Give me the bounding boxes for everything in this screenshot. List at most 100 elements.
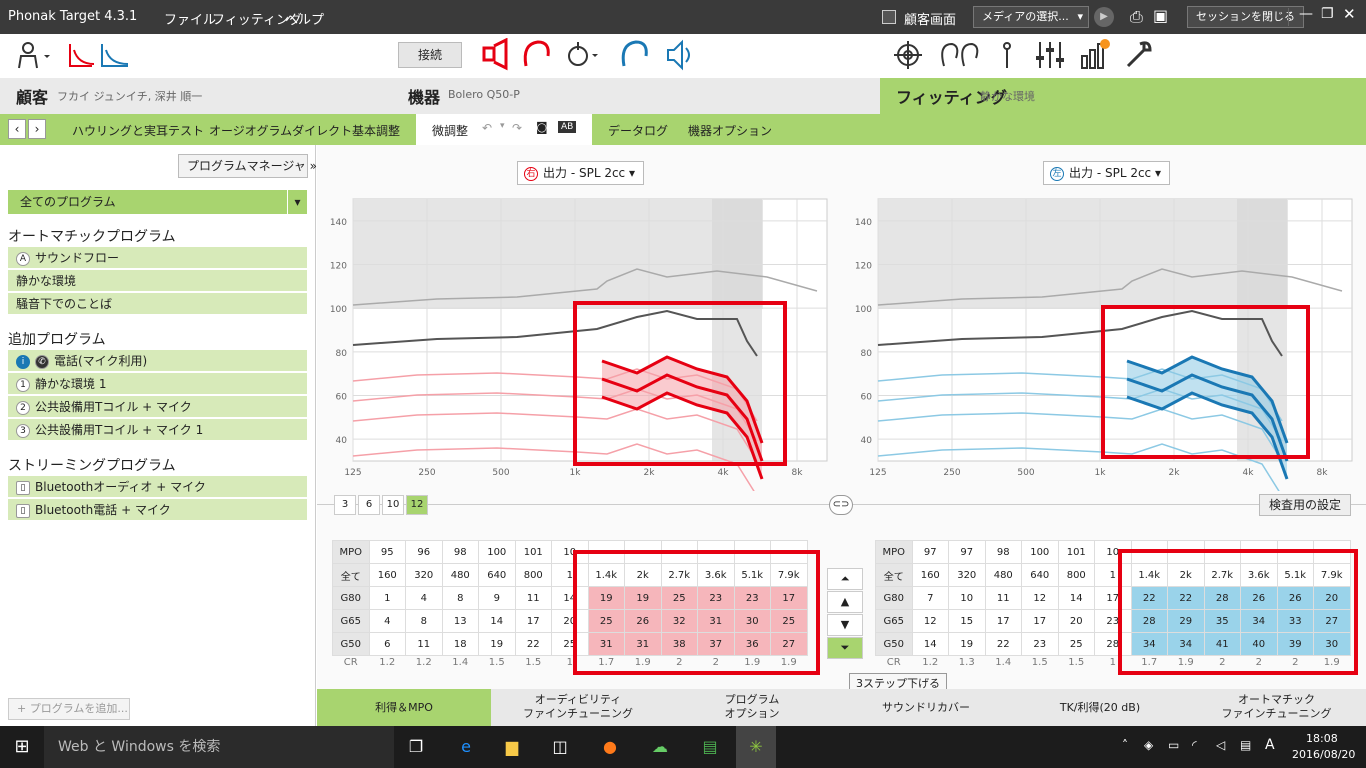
- program-quiet-1[interactable]: 1 静かな環境 1: [8, 373, 307, 395]
- tab-device-options[interactable]: 機器オプション: [688, 122, 772, 139]
- tab-soundrecover[interactable]: サウンドリカバー: [839, 689, 1013, 726]
- add-program-button[interactable]: + プログラムを追加...: [8, 698, 130, 720]
- cell-g50[interactable]: 23: [1021, 632, 1059, 656]
- cell-mpo[interactable]: 97: [948, 540, 986, 564]
- channel-12-button[interactable]: 12: [406, 495, 428, 515]
- cell-g65[interactable]: 17: [1021, 609, 1059, 633]
- tab-gain-mpo[interactable]: 利得＆MPO: [317, 689, 491, 726]
- cell-g65[interactable]: 17: [984, 609, 1022, 633]
- cell-g80[interactable]: 14: [1057, 586, 1095, 610]
- tab-fine-tuning[interactable]: 微調整: [432, 122, 468, 139]
- restore-icon[interactable]: ❐: [1321, 6, 1334, 22]
- cell-g80[interactable]: 10: [948, 586, 986, 610]
- step-down-3-button[interactable]: ⏷: [827, 637, 863, 659]
- cell-freq[interactable]: 320: [405, 563, 443, 587]
- row-header-g50[interactable]: G50: [332, 632, 370, 656]
- step-up-3-button[interactable]: ⏶: [827, 568, 863, 590]
- camera-icon[interactable]: ◙: [536, 120, 548, 134]
- all-programs-dropdown[interactable]: 全てのプログラム ▾: [8, 190, 307, 214]
- tray-ime[interactable]: A: [1265, 737, 1275, 753]
- program-manager-button[interactable]: プログラムマネージャ »: [178, 154, 317, 178]
- tab-audiogram-direct[interactable]: オージオグラムダイレクト: [209, 122, 352, 139]
- redo-icon[interactable]: ↷: [512, 121, 522, 135]
- close-icon[interactable]: ✕: [1343, 5, 1356, 23]
- tray-time[interactable]: 18:08: [1306, 732, 1338, 745]
- step-down-button[interactable]: ▼: [827, 614, 863, 636]
- cell-g50[interactable]: 18: [441, 632, 479, 656]
- file-explorer-icon[interactable]: ▆: [492, 732, 532, 762]
- row-header-g80[interactable]: G80: [332, 586, 370, 610]
- phonak-target-icon[interactable]: ✳: [736, 726, 776, 768]
- connect-button[interactable]: 接続: [398, 42, 462, 68]
- tray-security-icon[interactable]: ◈: [1144, 738, 1153, 752]
- cell-g50[interactable]: 22: [514, 632, 552, 656]
- print-icon[interactable]: ⎙: [1130, 7, 1143, 27]
- row-header-g50[interactable]: G50: [875, 632, 913, 656]
- cell-freq[interactable]: 160: [911, 563, 949, 587]
- remote-icon[interactable]: [568, 42, 598, 66]
- cell-g65[interactable]: 12: [911, 609, 949, 633]
- cell-g80[interactable]: 7: [911, 586, 949, 610]
- cell-mpo[interactable]: 98: [441, 540, 479, 564]
- cell-g80[interactable]: 11: [984, 586, 1022, 610]
- client-screen-checkbox[interactable]: [882, 10, 896, 24]
- cell-g80[interactable]: 4: [405, 586, 443, 610]
- cell-g50[interactable]: 19: [948, 632, 986, 656]
- cell-mpo[interactable]: 101: [1057, 540, 1095, 564]
- tray-battery-icon[interactable]: ▭: [1168, 738, 1179, 752]
- speaker-blue-icon[interactable]: [667, 39, 690, 71]
- taskbar-search[interactable]: Web と Windows を検索: [44, 726, 394, 768]
- cell-g65[interactable]: 4: [368, 609, 406, 633]
- store-icon[interactable]: ◫: [540, 732, 580, 762]
- cell-g80[interactable]: 8: [441, 586, 479, 610]
- cell-g80[interactable]: 1: [368, 586, 406, 610]
- menu-file[interactable]: ファイル: [164, 9, 216, 28]
- audiogram-icon[interactable]: [69, 44, 129, 67]
- program-tcoil-mic[interactable]: 2 公共設備用Tコイル + マイク: [8, 396, 307, 418]
- cell-g50[interactable]: 6: [368, 632, 406, 656]
- cell-g50[interactable]: 22: [984, 632, 1022, 656]
- media-select-dropdown[interactable]: メディアの選択... ▾: [973, 6, 1089, 28]
- row-header-g65[interactable]: G65: [332, 609, 370, 633]
- close-session-button[interactable]: セッションを閉じる: [1187, 6, 1304, 28]
- client-icon[interactable]: [18, 42, 50, 69]
- row-header-freq[interactable]: 全て: [332, 563, 370, 587]
- tray-wifi-icon[interactable]: ◜: [1192, 738, 1197, 752]
- cell-g65[interactable]: 20: [1057, 609, 1095, 633]
- channel-6-button[interactable]: 6: [358, 495, 380, 515]
- back-icon[interactable]: ‹: [8, 119, 26, 139]
- tab-program-options[interactable]: プログラム オプション: [665, 689, 839, 726]
- cell-g50[interactable]: 14: [911, 632, 949, 656]
- tab-audibility[interactable]: オーディビリティ ファインチューニング: [491, 689, 665, 726]
- cell-freq[interactable]: 160: [368, 563, 406, 587]
- cell-mpo[interactable]: 101: [514, 540, 552, 564]
- tab-auto-finetuning[interactable]: オートマチック ファインチューニング: [1187, 689, 1366, 726]
- test-settings-button[interactable]: 検査用の設定: [1259, 494, 1351, 516]
- tray-date[interactable]: 2016/08/20: [1292, 748, 1355, 761]
- cell-freq[interactable]: 800: [514, 563, 552, 587]
- cell-g80[interactable]: 12: [1021, 586, 1059, 610]
- tray-notifications-icon[interactable]: ▤: [1240, 738, 1251, 752]
- chevron-down-icon[interactable]: ▾: [500, 121, 505, 131]
- cell-mpo[interactable]: 98: [984, 540, 1022, 564]
- tab-basic-tuning[interactable]: 基本調整: [352, 122, 400, 139]
- cell-freq[interactable]: 320: [948, 563, 986, 587]
- forward-icon[interactable]: ›: [28, 119, 46, 139]
- step-up-button[interactable]: ▲: [827, 591, 863, 613]
- program-quiet[interactable]: 静かな環境: [8, 270, 307, 292]
- cell-mpo[interactable]: 97: [911, 540, 949, 564]
- cell-g65[interactable]: 17: [514, 609, 552, 633]
- cell-freq[interactable]: 640: [478, 563, 516, 587]
- cell-g65[interactable]: 13: [441, 609, 479, 633]
- left-curve-selector[interactable]: 左出力 - SPL 2cc ▾: [1043, 161, 1171, 185]
- minimize-icon[interactable]: —: [1299, 6, 1313, 22]
- cell-g50[interactable]: 11: [405, 632, 443, 656]
- windows-start-icon[interactable]: ⊞: [2, 732, 42, 762]
- cell-g50[interactable]: 19: [478, 632, 516, 656]
- program-tcoil-mic-1[interactable]: 3 公共設備用Tコイル + マイク 1: [8, 419, 307, 441]
- tab-datalog[interactable]: データログ: [608, 122, 668, 139]
- right-curve-selector[interactable]: 右出力 - SPL 2cc ▾: [517, 161, 645, 185]
- menu-help[interactable]: ヘルプ: [285, 9, 324, 28]
- cell-g50[interactable]: 25: [1057, 632, 1095, 656]
- program-speech-in-noise[interactable]: 騒音下でのことば: [8, 293, 307, 315]
